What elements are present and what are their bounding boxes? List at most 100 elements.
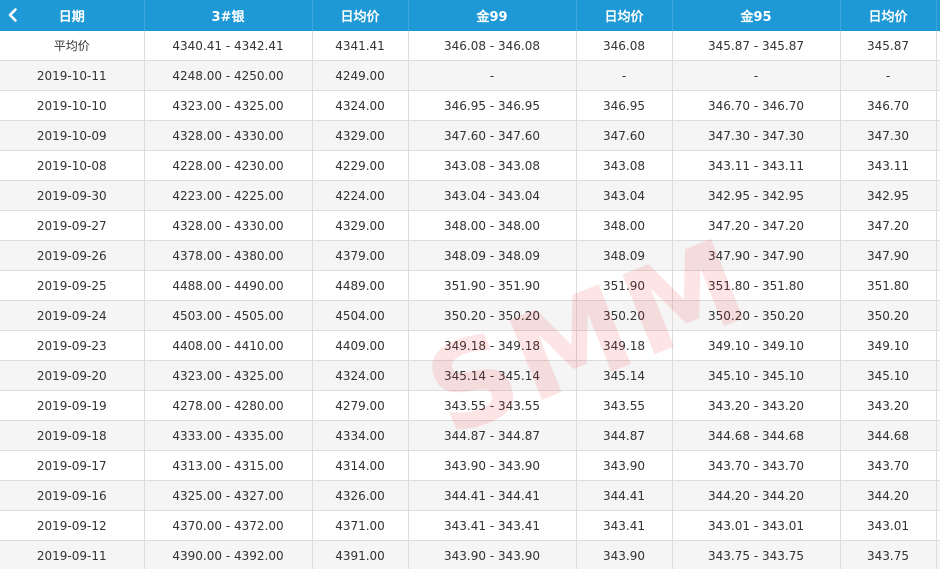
cell-gold95-range: 347.30 - 347.30	[672, 120, 841, 151]
cell-gold95-range: -	[672, 60, 841, 91]
cell-silver-range: 4278.00 - 4280.00	[144, 390, 313, 421]
column-header-gold99-avg: 日均价	[576, 0, 673, 31]
cell-spacer	[936, 420, 940, 451]
cell-gold95-range: 343.11 - 343.11	[672, 150, 841, 181]
cell-gold99-range: 343.08 - 343.08	[408, 150, 577, 181]
cell-silver-avg: 4371.00	[312, 510, 409, 541]
cell-gold95-range: 342.95 - 342.95	[672, 180, 841, 211]
table-row: 2019-09-20 4323.00 - 4325.00 4324.00 345.14…	[0, 360, 940, 391]
cell-date: 2019-09-27	[0, 210, 145, 241]
cell-silver-avg: 4489.00	[312, 270, 409, 301]
column-header-gold99: 金99	[408, 0, 577, 31]
cell-date: 2019-09-11	[0, 540, 145, 569]
cell-gold99-range: 347.60 - 347.60	[408, 120, 577, 151]
cell-silver-range: 4248.00 - 4250.00	[144, 60, 313, 91]
cell-gold99-range: 346.08 - 346.08	[408, 31, 577, 61]
cell-gold95-avg: 347.30	[840, 120, 937, 151]
cell-date: 2019-09-12	[0, 510, 145, 541]
cell-silver-range: 4313.00 - 4315.00	[144, 450, 313, 481]
cell-gold95-range: 349.10 - 349.10	[672, 330, 841, 361]
cell-silver-range: 4328.00 - 4330.00	[144, 120, 313, 151]
cell-spacer	[936, 300, 940, 331]
cell-silver-avg: 4224.00	[312, 180, 409, 211]
cell-silver-avg: 4504.00	[312, 300, 409, 331]
cell-silver-range: 4378.00 - 4380.00	[144, 240, 313, 271]
cell-date: 2019-09-24	[0, 300, 145, 331]
cell-spacer	[936, 60, 940, 91]
cell-silver-avg: 4324.00	[312, 360, 409, 391]
table-row: 2019-09-19 4278.00 - 4280.00 4279.00 343.55…	[0, 390, 940, 421]
table-row: 2019-10-11 4248.00 - 4250.00 4249.00- - - -	[0, 60, 940, 91]
cell-silver-range: 4408.00 - 4410.00	[144, 330, 313, 361]
cell-gold95-avg: 344.20	[840, 480, 937, 511]
cell-gold95-range: 343.20 - 343.20	[672, 390, 841, 421]
cell-gold99-avg: 343.41	[576, 510, 673, 541]
cell-date: 2019-09-20	[0, 360, 145, 391]
cell-silver-range: 4323.00 - 4325.00	[144, 360, 313, 391]
cell-date: 2019-10-10	[0, 90, 145, 121]
cell-date: 2019-09-25	[0, 270, 145, 301]
cell-gold95-range: 343.70 - 343.70	[672, 450, 841, 481]
cell-gold99-avg: -	[576, 60, 673, 91]
cell-gold99-range: 348.00 - 348.00	[408, 210, 577, 241]
cell-gold99-avg: 344.41	[576, 480, 673, 511]
column-header-silver-avg: 日均价	[312, 0, 409, 31]
price-table-view: 日期 3#银 日均价 金99 日均价 金95 日均价 平均价 4340.41 - …	[0, 0, 940, 569]
cell-gold95-avg: -	[840, 60, 937, 91]
cell-date: 2019-10-08	[0, 150, 145, 181]
table-row: 2019-09-24 4503.00 - 4505.00 4504.00 350.20…	[0, 300, 940, 331]
cell-gold99-avg: 346.95	[576, 90, 673, 121]
cell-gold95-avg: 347.20	[840, 210, 937, 241]
cell-silver-avg: 4329.00	[312, 210, 409, 241]
cell-silver-avg: 4326.00	[312, 480, 409, 511]
cell-gold95-range: 347.20 - 347.20	[672, 210, 841, 241]
cell-gold99-avg: 348.00	[576, 210, 673, 241]
cell-gold95-avg: 351.80	[840, 270, 937, 301]
cell-silver-avg: 4279.00	[312, 390, 409, 421]
cell-gold99-range: 344.87 - 344.87	[408, 420, 577, 451]
cell-spacer	[936, 210, 940, 241]
cell-gold99-avg: 343.55	[576, 390, 673, 421]
cell-silver-range: 4325.00 - 4327.00	[144, 480, 313, 511]
cell-gold99-range: 343.90 - 343.90	[408, 450, 577, 481]
cell-spacer	[936, 90, 940, 121]
cell-date: 2019-09-16	[0, 480, 145, 511]
cell-silver-range: 4488.00 - 4490.00	[144, 270, 313, 301]
cell-spacer	[936, 330, 940, 361]
table-row: 2019-09-17 4313.00 - 4315.00 4314.00 343.90…	[0, 450, 940, 481]
column-header-silver: 3#银	[144, 0, 313, 31]
cell-silver-range: 4503.00 - 4505.00	[144, 300, 313, 331]
cell-gold99-avg: 343.90	[576, 450, 673, 481]
table-row: 平均价 4340.41 - 4342.41 4341.41 346.08 - 346.…	[0, 31, 940, 61]
cell-silver-avg: 4329.00	[312, 120, 409, 151]
table-row: 2019-09-25 4488.00 - 4490.00 4489.00 351.90…	[0, 270, 940, 301]
cell-gold99-avg: 347.60	[576, 120, 673, 151]
cell-gold95-avg: 344.68	[840, 420, 937, 451]
cell-date: 2019-10-09	[0, 120, 145, 151]
cell-silver-avg: 4409.00	[312, 330, 409, 361]
cell-spacer	[936, 150, 940, 181]
table-row: 2019-09-30 4223.00 - 4225.00 4224.00 343.04…	[0, 180, 940, 211]
cell-gold99-range: 351.90 - 351.90	[408, 270, 577, 301]
cell-gold95-avg: 343.75	[840, 540, 937, 569]
cell-silver-range: 4223.00 - 4225.00	[144, 180, 313, 211]
cell-gold95-avg: 350.20	[840, 300, 937, 331]
cell-spacer	[936, 240, 940, 271]
cell-gold95-avg: 346.70	[840, 90, 937, 121]
cell-gold99-avg: 344.87	[576, 420, 673, 451]
cell-gold99-avg: 350.20	[576, 300, 673, 331]
cell-gold99-avg: 343.90	[576, 540, 673, 569]
cell-spacer	[936, 390, 940, 421]
cell-gold99-range: 343.55 - 343.55	[408, 390, 577, 421]
cell-gold95-avg: 342.95	[840, 180, 937, 211]
cell-gold99-range: -	[408, 60, 577, 91]
cell-silver-range: 4333.00 - 4335.00	[144, 420, 313, 451]
cell-gold99-avg: 343.08	[576, 150, 673, 181]
cell-date: 平均价	[0, 31, 145, 61]
cell-date: 2019-09-30	[0, 180, 145, 211]
cell-silver-avg: 4334.00	[312, 420, 409, 451]
table-row: 2019-09-23 4408.00 - 4410.00 4409.00 349.18…	[0, 330, 940, 361]
table-body: 平均价 4340.41 - 4342.41 4341.41 346.08 - 346.…	[0, 31, 940, 569]
cell-spacer	[936, 480, 940, 511]
chevron-left-icon[interactable]	[4, 6, 22, 24]
